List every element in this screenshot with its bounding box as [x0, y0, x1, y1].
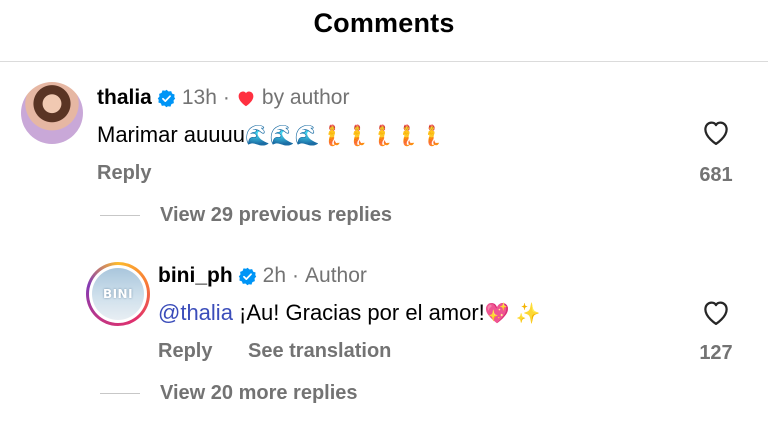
timestamp: 2h	[262, 264, 287, 287]
like-heart-icon[interactable]	[701, 118, 731, 146]
verified-badge-icon	[238, 267, 256, 285]
replies-divider	[100, 215, 140, 216]
author-badge: Author	[305, 264, 367, 287]
comment-text: @thalia ¡Au! Gracias por el amor!💖 ✨	[158, 300, 541, 326]
view-more-replies[interactable]: View 20 more replies	[100, 382, 358, 405]
comment-meta: bini_ph 2h · Author	[158, 264, 367, 288]
timestamp: 13h	[181, 86, 217, 109]
mention-link[interactable]: @thalia	[158, 300, 233, 325]
comment-body: ¡Au! Gracias por el amor!	[232, 300, 485, 325]
view-previous-replies[interactable]: View 29 previous replies	[100, 204, 392, 227]
avatar-image: BINI	[92, 268, 144, 320]
username[interactable]: thalia	[97, 86, 152, 110]
comment-meta: thalia 13h · by author	[97, 86, 349, 110]
bini-logo: BINI	[102, 287, 134, 301]
reply-button[interactable]: Reply	[158, 340, 212, 363]
mermaid-emoji: 🧜	[419, 123, 445, 147]
avatar-thalia[interactable]	[21, 82, 83, 144]
replies-divider	[100, 393, 140, 394]
like-count: 127	[699, 342, 733, 364]
username[interactable]: bini_ph	[158, 264, 233, 288]
comments-header: Comments	[0, 0, 768, 62]
like-count: 681	[699, 164, 733, 186]
see-translation-button[interactable]: See translation	[248, 340, 391, 363]
sparkles-emoji: ✨	[515, 301, 541, 325]
wave-emoji: 🌊	[269, 123, 295, 147]
avatar-story-ring: BINI	[89, 265, 147, 323]
liked-by-author-label: by author	[261, 86, 350, 109]
view-replies-label[interactable]: View 20 more replies	[160, 382, 358, 405]
view-replies-label[interactable]: View 29 previous replies	[160, 204, 392, 227]
avatar-bini-ph[interactable]: BINI	[86, 262, 150, 326]
reply-button[interactable]: Reply	[97, 162, 151, 185]
mermaid-emoji: 🧜	[369, 123, 395, 147]
verified-badge-icon	[157, 89, 176, 107]
mermaid-emoji: 🧜	[344, 123, 370, 147]
separator: ·	[222, 86, 230, 109]
mermaid-emoji: 🧜	[394, 123, 420, 147]
mermaid-emoji: 🧜	[319, 123, 345, 147]
sparkling-heart-emoji: 💖	[484, 301, 510, 325]
like-heart-icon[interactable]	[701, 298, 731, 326]
separator: ·	[292, 264, 300, 287]
author-liked-heart-icon	[238, 91, 254, 107]
comment-body: Marimar auuuu	[97, 122, 245, 147]
page-title: Comments	[313, 8, 455, 38]
wave-emoji: 🌊	[244, 123, 270, 147]
wave-emoji: 🌊	[294, 123, 320, 147]
comment-text: Marimar auuuu🌊🌊🌊🧜🧜🧜🧜🧜	[97, 122, 444, 148]
